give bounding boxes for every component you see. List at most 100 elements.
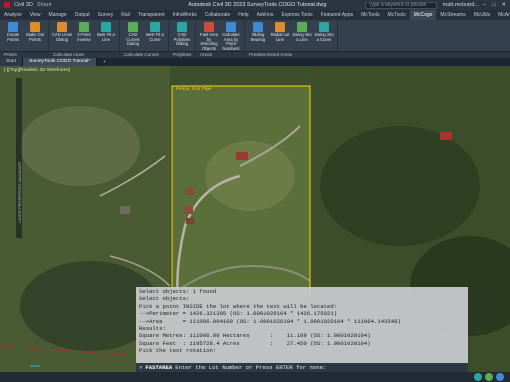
- ribbon-tab[interactable]: InfraWorks: [169, 10, 201, 20]
- minimize-icon[interactable]: –: [483, 2, 486, 8]
- tool-icon: [30, 22, 40, 32]
- workspace-icon[interactable]: [496, 373, 504, 381]
- ribbon-button[interactable]: 2-Point Inverse: [73, 22, 95, 42]
- status-icons: [474, 373, 504, 381]
- ribbon-button[interactable]: Best Fit a Curve: [144, 22, 166, 42]
- ribbon-tab[interactable]: McCogo: [409, 10, 437, 20]
- autodesk-a-icon[interactable]: [4, 2, 10, 8]
- ribbon-button-label: Radial Lot Line: [270, 32, 290, 42]
- ribbon-button-label: CAD Curves Dialog: [126, 32, 140, 47]
- window-controls: – □ ✕: [483, 2, 510, 8]
- ribbon-panel: Create Points Stake Out Points CAD Lines D…: [0, 20, 510, 52]
- ribbon-group: CAD Lines Dialog 2-Point Inverse Best Fit …: [49, 20, 120, 51]
- ribbon-button[interactable]: CAD Curves Dialog: [122, 22, 144, 47]
- tool-icon: [204, 22, 214, 32]
- ribbon-tab[interactable]: Help: [234, 10, 252, 20]
- tool-icon: [253, 22, 263, 32]
- close-command-icon[interactable]: ✕: [139, 364, 142, 371]
- workspace-label[interactable]: Civil 3D: [14, 2, 33, 8]
- tool-icon: [319, 22, 329, 32]
- document-tabs: Start SurveyTools COGO Tutorial* +: [0, 58, 510, 66]
- ribbon-button[interactable]: Sliding Bearing: [247, 22, 269, 42]
- ribbon-tab[interactable]: Collaborate: [201, 10, 235, 20]
- ribbon-tab[interactable]: Add-ins: [253, 10, 278, 20]
- share-button[interactable]: Share: [37, 2, 52, 8]
- ribbon-tab[interactable]: Output: [71, 10, 94, 20]
- ribbon-group: CAD Polylines Dialog: [169, 20, 196, 51]
- ribbon-button[interactable]: Best Fit a Line: [95, 22, 117, 42]
- ribbon-button[interactable]: Swing into a Curve: [313, 22, 335, 42]
- ribbon-button[interactable]: Create Points: [2, 22, 24, 42]
- tab-drawing[interactable]: SurveyTools COGO Tutorial*: [23, 58, 98, 66]
- ribbon-button-label: CAD Lines Dialog: [51, 32, 72, 42]
- annotation-icon[interactable]: [485, 373, 493, 381]
- command-history-line: -->Area = 111006.004100 (OS: 1.000102010…: [139, 317, 401, 325]
- ribbon-tabs: Analyze View Manage Output Survey Rail Transpa…: [0, 10, 510, 20]
- maximize-icon[interactable]: □: [492, 2, 495, 8]
- tab-start[interactable]: Start: [0, 58, 24, 66]
- viewport-controls[interactable]: [-][Top][Realistic 2D Wireframe]: [4, 68, 70, 73]
- ribbon-button-label: Calculate Area by Point Numbers: [222, 32, 240, 51]
- ribbon-tab[interactable]: Manage: [45, 10, 71, 20]
- ribbon-button-label: CAD Polylines Dialog: [173, 32, 191, 47]
- ribbon-button-label: Sliding Bearing: [250, 32, 266, 42]
- command-history-line: Square Metres: 111006.00 Hectares : 11.1…: [139, 332, 371, 340]
- ribbon-group: Create Points Stake Out Points: [0, 20, 49, 51]
- ribbon-tab[interactable]: Survey: [94, 10, 118, 20]
- ribbon-group: CAD Curves Dialog Best Fit a Curve: [120, 20, 169, 51]
- ribbon-tab[interactable]: Transparent: [134, 10, 169, 20]
- ribbon-button[interactable]: Fast Area by Selecting Objects: [198, 22, 220, 51]
- civil3d-window: Civil 3D Share Autodesk Civil 3D 2023 Su…: [0, 0, 510, 382]
- ribbon-button[interactable]: Radial Lot Line: [269, 22, 291, 42]
- ribbon-tab[interactable]: Express Tools: [278, 10, 317, 20]
- ribbon-tab[interactable]: McStreams: [436, 10, 469, 20]
- tool-icon: [79, 22, 89, 32]
- window-title: Autodesk Civil 3D 2023 SurveyTools COGO …: [188, 2, 327, 8]
- ribbon-tab[interactable]: McTools: [383, 10, 409, 20]
- ribbon-tab[interactable]: View: [26, 10, 45, 20]
- command-history: Select objects: 1 found Select objects: Pi…: [136, 287, 468, 363]
- ribbon-button-label: Best Fit a Line: [97, 32, 115, 42]
- user-account[interactable]: matt.mcleard...: [443, 2, 479, 8]
- tool-icon: [128, 22, 138, 32]
- command-history-line: -->Perimeter = 1426.321305 (OS: 1.000102…: [139, 310, 338, 318]
- quick-access-toolbar: Civil 3D Share: [0, 2, 150, 8]
- sync-icon[interactable]: [474, 373, 482, 381]
- ribbon-button-label: 2-Point Inverse: [77, 32, 91, 42]
- close-icon[interactable]: ✕: [501, 2, 506, 8]
- ribbon-group: Sliding Bearing Radial Lot Line Swing into…: [245, 20, 338, 51]
- command-line[interactable]: ✕ FASTAREA Enter the Lot Number or Press…: [136, 363, 468, 372]
- search-input[interactable]: Type a keyword or phrase: [364, 1, 437, 9]
- title-bar: Civil 3D Share Autodesk Civil 3D 2023 Su…: [0, 0, 510, 10]
- tool-icon: [226, 22, 236, 32]
- ribbon-button[interactable]: Stake Out Points: [24, 22, 46, 42]
- ribbon-tab[interactable]: McAnnotate: [494, 10, 510, 20]
- command-history-line: Select objects: 1 found: [139, 288, 217, 295]
- ribbon-button[interactable]: Swing into a Line: [291, 22, 313, 42]
- ribbon-button-label: Best Fit a Curve: [146, 32, 164, 42]
- ribbon-group: Fast Area by Selecting Objects Calculate …: [196, 20, 245, 51]
- status-bar: [0, 372, 510, 382]
- ribbon-button-label: Swing into a Line: [292, 32, 312, 42]
- tool-icon: [8, 22, 18, 32]
- ribbon-tab[interactable]: Analyze: [0, 10, 26, 20]
- ribbon-button-label: Swing into a Curve: [314, 32, 334, 42]
- tool-icon: [57, 22, 67, 32]
- parcel-annotation: Fence, Iron Pipe: [176, 87, 212, 92]
- ribbon-button[interactable]: CAD Lines Dialog: [51, 22, 73, 42]
- command-name: FASTAREA: [145, 364, 173, 371]
- new-tab-button[interactable]: +: [97, 60, 112, 65]
- ribbon-button[interactable]: Calculate Area by Point Numbers: [220, 22, 242, 51]
- command-prompt: Enter the Lot Number or Press ENTER for …: [175, 364, 327, 371]
- ribbon-tab[interactable]: Featured Apps: [317, 10, 358, 20]
- command-history-line: Results:: [139, 325, 166, 333]
- tool-icon: [297, 22, 307, 32]
- ribbon-tab[interactable]: McTools: [357, 10, 383, 20]
- command-history-line: Select objects:: [139, 295, 190, 303]
- ribbon-tab[interactable]: Rail: [117, 10, 134, 20]
- ribbon-button-label: Fast Area by Selecting Objects: [200, 32, 218, 51]
- ribbon-tab[interactable]: McUtils: [470, 10, 494, 20]
- ribbon-button[interactable]: CAD Polylines Dialog: [171, 22, 193, 47]
- tool-icon: [101, 22, 111, 32]
- ribbon-button-label: Stake Out Points: [25, 32, 45, 42]
